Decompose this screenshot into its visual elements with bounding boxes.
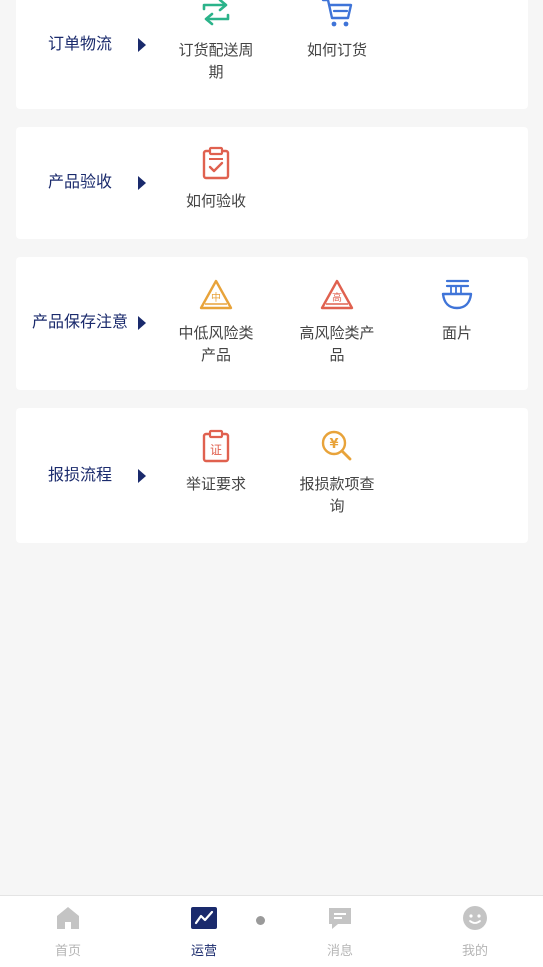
- menu-item-evidence-requirements[interactable]: 证 举证要求: [171, 428, 261, 496]
- warning-medium-icon: 中: [199, 279, 233, 310]
- swap-arrows-icon: [202, 0, 230, 26]
- bottom-tab-bar: 首页 运营 消息 我的: [0, 895, 543, 967]
- section-loss-report: 报损流程 证 举证要求 ¥ 报损款项查询: [16, 408, 528, 543]
- menu-item-how-to-accept[interactable]: 如何验收: [171, 145, 261, 213]
- tab-label: 首页: [54, 943, 81, 958]
- tab-messages[interactable]: 消息: [300, 904, 380, 959]
- menu-item-high-risk-products[interactable]: 高 高风险类产品: [292, 277, 382, 367]
- section-product-storage: 产品保存注意 中 中低风险类产品 高 高风险类产品 面片: [16, 257, 528, 390]
- caret-right-icon: [138, 316, 146, 330]
- notification-dot: [256, 916, 265, 925]
- menu-item-label: 中低风险类产品: [178, 325, 254, 364]
- chart-icon: [191, 907, 217, 929]
- menu-item-label: 举证要求: [185, 476, 246, 493]
- tab-label: 我的: [461, 943, 488, 958]
- menu-item-how-to-order[interactable]: 如何订货: [292, 0, 382, 62]
- menu-item-label: 面片: [441, 325, 472, 342]
- money-search-icon: ¥: [321, 430, 352, 461]
- menu-item-loss-payment-query[interactable]: ¥ 报损款项查询: [292, 428, 382, 518]
- caret-right-icon: [138, 38, 146, 52]
- currency-glyph: ¥: [329, 437, 338, 452]
- menu-item-noodle-sheets[interactable]: 面片: [412, 277, 502, 345]
- section-header[interactable]: 报损流程: [16, 456, 158, 496]
- tab-label: 消息: [326, 943, 353, 958]
- menu-item-delivery-cycle[interactable]: 订货配送周期: [171, 0, 261, 84]
- section-order-logistics: 订单物流 订货配送周期 如何订货: [16, 0, 528, 109]
- menu-item-label: 报损款项查询: [299, 476, 375, 515]
- section-title: 订单物流: [47, 36, 112, 53]
- shopping-cart-icon: [321, 0, 353, 27]
- section-header[interactable]: 产品保存注意: [16, 299, 158, 347]
- warning-glyph: 中: [211, 291, 221, 304]
- section-title: 报损流程: [47, 467, 112, 484]
- tab-profile[interactable]: 我的: [435, 904, 515, 959]
- checklist-clipboard-icon: [202, 146, 230, 180]
- home-icon: [57, 907, 79, 929]
- section-title: 产品验收: [47, 174, 112, 191]
- menu-item-label: 如何订货: [306, 42, 367, 59]
- menu-item-label: 高风险类产品: [299, 325, 375, 364]
- menu-item-label: 订货配送周期: [178, 42, 254, 81]
- warning-glyph: 高: [332, 291, 342, 304]
- warning-high-icon: 高: [320, 279, 354, 310]
- caret-right-icon: [138, 176, 146, 190]
- section-product-acceptance: 产品验收 如何验收: [16, 127, 528, 239]
- menu-item-low-risk-products[interactable]: 中 中低风险类产品: [171, 277, 261, 367]
- menu-item-label: 如何验收: [185, 193, 246, 210]
- operations-page: 订单物流 订货配送周期 如何订货 产品验收 如何验收 产品保存注意 中 中低风险…: [0, 0, 543, 967]
- section-title: 产品保存注意: [32, 314, 129, 331]
- tab-label: 运营: [190, 943, 217, 958]
- section-header[interactable]: 产品验收: [16, 163, 158, 203]
- tab-operations[interactable]: 运营: [164, 904, 244, 959]
- clipboard-glyph: 证: [210, 443, 222, 457]
- message-icon: [329, 908, 351, 929]
- noodle-bowl-icon: [441, 279, 473, 310]
- tab-home[interactable]: 首页: [28, 904, 108, 959]
- profile-icon: [463, 906, 487, 930]
- caret-right-icon: [138, 469, 146, 483]
- section-header[interactable]: 订单物流: [16, 25, 158, 65]
- evidence-clipboard-icon: 证: [202, 429, 230, 463]
